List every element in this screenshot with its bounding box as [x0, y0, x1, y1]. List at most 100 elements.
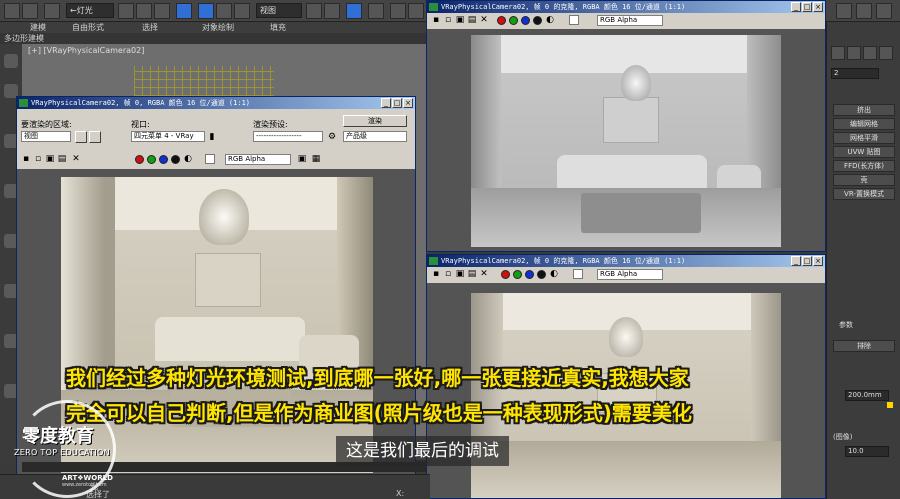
lock-icon[interactable]: ▮	[207, 132, 217, 142]
coord-x-readout[interactable]: X: 2433.3	[396, 489, 430, 499]
blue-channel-icon[interactable]	[159, 155, 168, 164]
snap-icon[interactable]	[324, 3, 340, 19]
ribbon-subtab[interactable]: 多边形建模	[0, 33, 430, 44]
modifier-ffd-button[interactable]: FFD(长方体)	[833, 160, 895, 172]
color-swatch[interactable]	[569, 15, 579, 25]
params-rollout-label[interactable]: 参数	[839, 320, 853, 330]
value-spinner[interactable]: 10.0	[845, 446, 889, 457]
render-button[interactable]: 渲染	[343, 115, 407, 127]
minimize-button[interactable]: _	[381, 98, 391, 108]
mono-icon[interactable]: ◐	[545, 15, 555, 25]
hierarchy-tab-icon[interactable]	[863, 46, 877, 60]
close-button[interactable]: ×	[813, 2, 823, 12]
close-button[interactable]: ×	[403, 98, 413, 108]
align-icon[interactable]	[408, 3, 424, 19]
close-button[interactable]: ×	[813, 256, 823, 266]
tab-object-paint[interactable]: 对象绘制	[202, 22, 234, 33]
modifier-uvw-button[interactable]: UVW 贴图	[833, 146, 895, 158]
pivot-icon[interactable]	[306, 3, 322, 19]
render-frame-icon[interactable]	[856, 3, 872, 19]
channel-select[interactable]: RGB Alpha	[597, 15, 663, 26]
clone-icon[interactable]: ▣	[45, 154, 55, 164]
viewport-label[interactable]: [+] [VRayPhysicalCamera02]	[28, 46, 144, 55]
tab-populate[interactable]: 填充	[270, 22, 286, 33]
percent-snap-icon[interactable]	[368, 3, 384, 19]
alpha-channel-icon[interactable]	[537, 270, 546, 279]
select-by-name-icon[interactable]	[136, 3, 152, 19]
area-select[interactable]: 视图	[21, 131, 71, 142]
reference-coord-select[interactable]: 视图	[256, 3, 302, 18]
maximize-button[interactable]: □	[392, 98, 402, 108]
save-icon[interactable]: ▪	[431, 269, 441, 279]
blue-channel-icon[interactable]	[521, 16, 530, 25]
clone-icon[interactable]: ▣	[455, 15, 465, 25]
copy-icon[interactable]: ▫	[33, 154, 43, 164]
green-channel-icon[interactable]	[509, 16, 518, 25]
quality-select[interactable]: 产品级	[343, 131, 407, 142]
utilities-tab-icon[interactable]	[879, 46, 893, 60]
color-swatch[interactable]	[573, 269, 583, 279]
eye-icon[interactable]	[4, 54, 18, 68]
copy-icon[interactable]: ▫	[443, 15, 453, 25]
redo-icon[interactable]	[22, 3, 38, 19]
link-icon[interactable]	[44, 3, 60, 19]
alpha-channel-icon[interactable]	[171, 155, 180, 164]
mono-icon[interactable]: ◐	[549, 269, 559, 279]
print-icon[interactable]: ▤	[467, 15, 477, 25]
angle-snap-icon[interactable]	[346, 3, 362, 19]
maximize-button[interactable]: □	[802, 2, 812, 12]
modifier-edit-mesh-button[interactable]: 编辑网格	[833, 118, 895, 130]
color-swatch[interactable]	[205, 154, 215, 164]
render-canvas[interactable]	[427, 29, 825, 251]
print-icon[interactable]: ▤	[467, 269, 477, 279]
tab-selection[interactable]: 选择	[142, 22, 158, 33]
toggle-ui-icon[interactable]: ▦	[311, 154, 321, 164]
clear-icon[interactable]: ✕	[479, 269, 489, 279]
save-icon[interactable]: ▪	[431, 15, 441, 25]
undo-icon[interactable]	[4, 3, 20, 19]
display-icon[interactable]: ▣	[297, 154, 307, 164]
exclude-button[interactable]: 排除	[833, 340, 895, 352]
selection-filter-select[interactable]: ←灯光	[66, 3, 114, 18]
size-spinner[interactable]: 200.0mm	[845, 390, 889, 401]
channel-select[interactable]: RGB Alpha	[225, 154, 291, 165]
modifier-meshsmooth-button[interactable]: 网格平滑	[833, 132, 895, 144]
move-icon[interactable]	[198, 3, 214, 19]
object-name-field[interactable]: 2	[831, 68, 879, 79]
tab-freeform[interactable]: 自由形式	[72, 22, 104, 33]
auto-region-button[interactable]	[89, 131, 101, 143]
maximize-button[interactable]: □	[802, 256, 812, 266]
print-icon[interactable]: ▤	[57, 154, 67, 164]
clear-icon[interactable]: ✕	[71, 154, 81, 164]
blue-channel-icon[interactable]	[525, 270, 534, 279]
modify-tab-icon[interactable]	[847, 46, 861, 60]
viewport-select[interactable]: 四元菜单 4 - VRay	[131, 131, 205, 142]
minimize-button[interactable]: _	[791, 2, 801, 12]
green-channel-icon[interactable]	[147, 155, 156, 164]
scale-icon[interactable]	[234, 3, 250, 19]
select-object-icon[interactable]	[118, 3, 134, 19]
tab-modeling[interactable]: 建模	[30, 22, 46, 33]
render-setup-small-icon[interactable]: ⚙	[327, 132, 337, 142]
modifier-shell-button[interactable]: 壳	[833, 174, 895, 186]
window-crossing-icon[interactable]	[176, 3, 192, 19]
red-channel-icon[interactable]	[501, 270, 510, 279]
channel-select[interactable]: RGB Alpha	[597, 269, 663, 280]
minimize-button[interactable]: _	[791, 256, 801, 266]
render-icon[interactable]	[876, 3, 892, 19]
map-dropdown[interactable]: (图像)	[833, 432, 852, 442]
red-channel-icon[interactable]	[497, 16, 506, 25]
render-setup-icon[interactable]	[836, 3, 852, 19]
mirror-icon[interactable]	[390, 3, 406, 19]
clear-icon[interactable]: ✕	[479, 15, 489, 25]
copy-icon[interactable]: ▫	[443, 269, 453, 279]
green-channel-icon[interactable]	[513, 270, 522, 279]
edit-region-button[interactable]	[75, 131, 87, 143]
rect-select-icon[interactable]	[154, 3, 170, 19]
rotate-icon[interactable]	[216, 3, 232, 19]
preset-select[interactable]: ------------------	[253, 131, 323, 142]
mono-icon[interactable]: ◐	[183, 154, 193, 164]
alpha-channel-icon[interactable]	[533, 16, 542, 25]
save-icon[interactable]: ▪	[21, 154, 31, 164]
clone-icon[interactable]: ▣	[455, 269, 465, 279]
